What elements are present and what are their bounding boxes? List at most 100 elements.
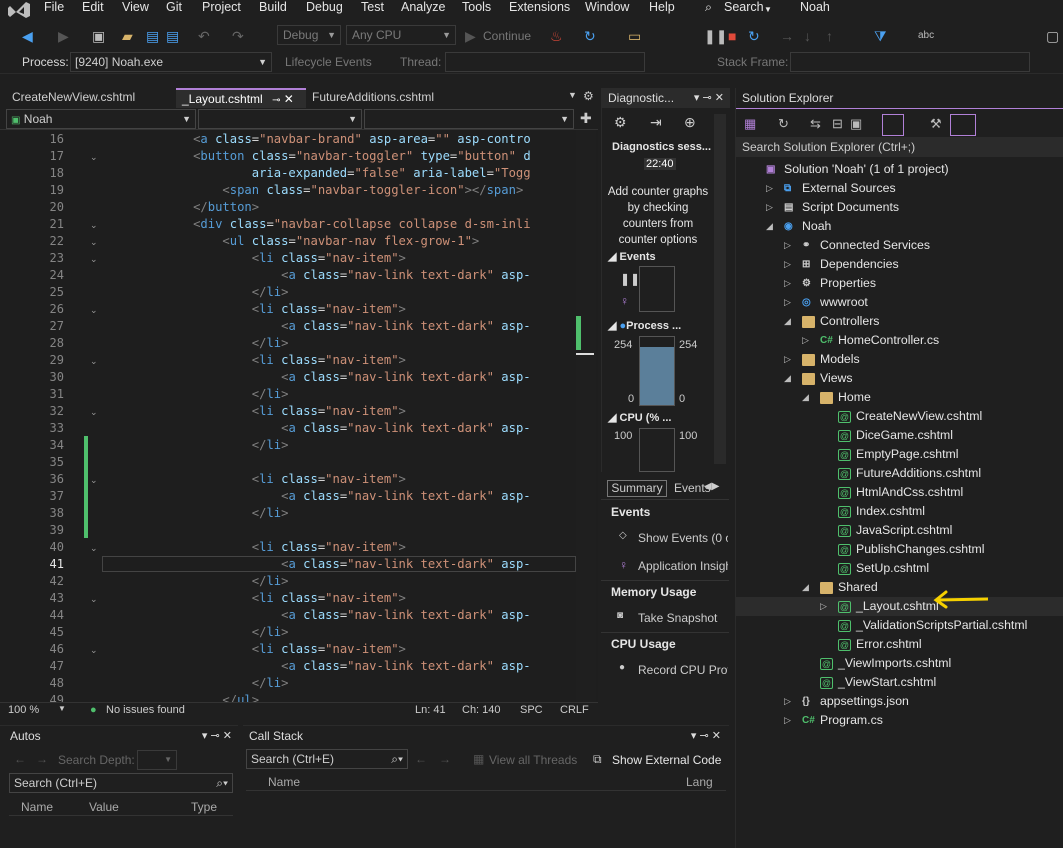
settings-icon[interactable]: ⚙	[583, 89, 594, 103]
take-snapshot-button[interactable]: Take Snapshot	[638, 611, 717, 625]
fold-toggle-icon[interactable]: ⌄	[90, 594, 98, 605]
collapse-icon[interactable]: ◢	[784, 369, 791, 388]
tree-item[interactable]: ▷ ⚭ Connected Services	[736, 236, 1063, 255]
autos-search-input[interactable]: Search (Ctrl+E) ⌕▾	[9, 773, 233, 793]
spellcheck-icon[interactable]: abc	[918, 26, 934, 46]
column-language[interactable]: Lang	[686, 775, 713, 789]
tree-item[interactable]: @ _ViewStart.cshtml	[736, 673, 1063, 692]
undo-icon[interactable]: ↶	[198, 26, 210, 46]
close-icon[interactable]: ✕	[284, 92, 294, 106]
overflow-icon[interactable]: ▢	[1046, 26, 1059, 46]
tab-futureadditions[interactable]: FutureAdditions.cshtml	[306, 88, 456, 108]
lifecycle-events[interactable]: Lifecycle Events	[285, 55, 372, 69]
tree-item[interactable]: ◢ ◉ Noah	[736, 217, 1063, 236]
issues-status[interactable]: No issues found	[106, 704, 185, 716]
export-icon[interactable]: ⇥	[650, 114, 662, 131]
hot-reload-icon[interactable]: ♨	[550, 26, 563, 46]
search-menu[interactable]: Search	[724, 0, 764, 14]
tree-item[interactable]: ▣ Solution 'Noah' (1 of 1 project)	[736, 160, 1063, 179]
menu-window[interactable]: Window	[585, 0, 629, 14]
column-name[interactable]: Name	[21, 800, 53, 814]
collapse-all-icon[interactable]: ⊟	[832, 116, 843, 132]
save-icon[interactable]: ▤	[146, 26, 159, 46]
tree-item[interactable]: ▷ @ _Layout.cshtml	[736, 597, 1063, 616]
filter-icon[interactable]: ⧩	[874, 26, 887, 46]
tree-item[interactable]: ▷ ⚙ Properties	[736, 274, 1063, 293]
fold-toggle-icon[interactable]: ⌄	[90, 543, 98, 554]
show-external-code-button[interactable]: Show External Code	[612, 753, 721, 767]
solution-search-input[interactable]: Search Solution Explorer (Ctrl+;)	[736, 137, 1063, 157]
menu-analyze[interactable]: Analyze	[401, 0, 445, 14]
tree-item[interactable]: @ EmptyPage.cshtml	[736, 445, 1063, 464]
tree-item[interactable]: @ CreateNewView.cshtml	[736, 407, 1063, 426]
view-all-threads-button[interactable]: View all Threads	[489, 753, 577, 767]
call-stack-search-input[interactable]: Search (Ctrl+E) ⌕▾	[246, 749, 408, 769]
tree-item[interactable]: @ HtmlAndCss.cshtml	[736, 483, 1063, 502]
tree-item[interactable]: ◢ Home	[736, 388, 1063, 407]
step-into-icon[interactable]: ↓	[804, 26, 811, 46]
expand-icon[interactable]: ▷	[766, 179, 773, 198]
settings-icon[interactable]: ⚙	[614, 114, 627, 131]
column-name[interactable]: Name	[268, 775, 300, 789]
step-over-icon[interactable]: →	[780, 26, 794, 46]
show-events-link[interactable]: Show Events (0 of	[638, 531, 728, 545]
fold-toggle-icon[interactable]: ⌄	[90, 220, 98, 231]
tree-item[interactable]: ▷ C# Program.cs	[736, 711, 1063, 730]
tree-item[interactable]: @ DiceGame.cshtml	[736, 426, 1063, 445]
process-select[interactable]: [9240] Noah.exe ▼	[70, 52, 272, 72]
wrench-icon[interactable]: ⚒	[930, 116, 942, 132]
fold-toggle-icon[interactable]: ⌄	[90, 475, 98, 486]
tree-item[interactable]: @ FutureAdditions.cshtml	[736, 464, 1063, 483]
menu-debug[interactable]: Debug	[306, 0, 343, 14]
tree-item[interactable]: ▷ ⧉ External Sources	[736, 179, 1063, 198]
member-select[interactable]: ▼	[364, 109, 574, 129]
line-indicator[interactable]: Ln: 41	[415, 704, 446, 716]
fold-toggle-icon[interactable]: ⌄	[90, 305, 98, 316]
expand-icon[interactable]: ▷	[802, 331, 809, 350]
tree-item[interactable]: ◢ Controllers	[736, 312, 1063, 331]
expand-icon[interactable]: ▷	[784, 255, 791, 274]
tree-item[interactable]: ◢ Views	[736, 369, 1063, 388]
tree-item[interactable]: ▷ {} appsettings.json	[736, 692, 1063, 711]
menu-tools[interactable]: Tools	[462, 0, 491, 14]
fold-toggle-icon[interactable]: ⌄	[90, 645, 98, 656]
fold-toggle-icon[interactable]: ⌄	[90, 407, 98, 418]
open-folder-icon[interactable]: ▰	[122, 26, 133, 46]
vertical-scrollbar[interactable]	[576, 130, 596, 702]
tab-createnewview[interactable]: CreateNewView.cshtml	[6, 88, 172, 108]
home-icon[interactable]: ▦	[744, 116, 756, 132]
pin-icon[interactable]: ▾ ⊸ ✕	[691, 726, 721, 746]
collapse-icon[interactable]: ◢	[802, 578, 809, 597]
menu-file[interactable]: File	[44, 0, 64, 14]
thread-select[interactable]	[445, 52, 645, 72]
expand-icon[interactable]: ▷	[784, 350, 791, 369]
tree-item[interactable]: @ PublishChanges.cshtml	[736, 540, 1063, 559]
collapse-icon[interactable]: ◢	[784, 312, 791, 331]
configuration-select[interactable]: Debug ▼	[277, 25, 341, 45]
column-value[interactable]: Value	[89, 800, 119, 814]
menu-test[interactable]: Test	[361, 0, 384, 14]
menu-build[interactable]: Build	[259, 0, 287, 14]
tree-item[interactable]: @ _ValidationScriptsPartial.cshtml	[736, 616, 1063, 635]
scroll-tabs-icon[interactable]: ◀▶	[704, 481, 719, 492]
menu-git[interactable]: Git	[166, 0, 182, 14]
back-icon[interactable]: ←	[14, 752, 26, 766]
stack-frame-select[interactable]	[790, 52, 1030, 72]
tree-item[interactable]: ▷ ⊞ Dependencies	[736, 255, 1063, 274]
menu-view[interactable]: View	[122, 0, 149, 14]
expand-icon[interactable]: ▷	[784, 293, 791, 312]
sync-icon[interactable]: ⇆	[810, 116, 821, 132]
tab-summary[interactable]: Summary	[607, 480, 667, 497]
chevron-down-icon[interactable]: ▼	[764, 3, 772, 17]
menu-help[interactable]: Help	[649, 0, 675, 14]
chevron-down-icon[interactable]: ▼	[58, 704, 66, 713]
continue-icon[interactable]: ▶	[465, 26, 476, 46]
new-item-icon[interactable]: ▣	[92, 26, 105, 46]
fold-toggle-icon[interactable]: ⌄	[90, 254, 98, 265]
whitespace-indicator[interactable]: SPC	[520, 704, 543, 716]
continue-button[interactable]: Continue	[483, 26, 531, 46]
fold-toggle-icon[interactable]: ⌄	[90, 152, 98, 163]
code-editor[interactable]: 16 17 ⌄ 18 19 20 21 ⌄ 22 ⌄ 23 ⌄ 24 25 26 ⌄ 27 28 29 ⌄ 30 31 32…	[0, 130, 598, 702]
preview-icon[interactable]	[950, 114, 976, 136]
platform-select[interactable]: Any CPU ▼	[346, 25, 456, 45]
